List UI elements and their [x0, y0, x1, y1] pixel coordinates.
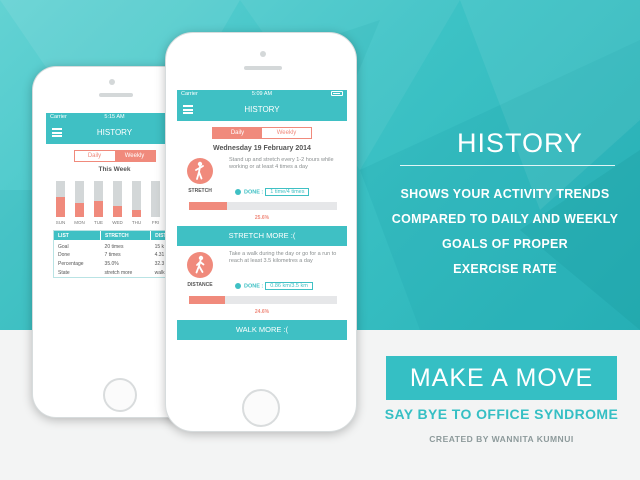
activity-percent: 25.6%	[254, 215, 270, 221]
tagline-line: SHOWS YOUR ACTIVITY TRENDS	[400, 187, 610, 201]
stretch-icon	[187, 158, 213, 184]
tagline: SHOWS YOUR ACTIVITY TRENDS COMPARED TO D…	[380, 182, 630, 282]
stretch-more-button[interactable]: STRETCH MORE :(	[177, 226, 347, 246]
app-header: HISTORY	[46, 122, 183, 144]
battery-icon	[331, 91, 343, 96]
table-header-row: LIST STRETCH DISTA	[54, 231, 182, 240]
brand-title: MAKE A MOVE	[386, 356, 617, 400]
status-bar: Carrier 5:09 AM	[177, 90, 347, 99]
camera-icon	[109, 79, 115, 85]
walk-small-icon	[235, 283, 241, 289]
bar-goal	[151, 181, 160, 217]
front-phone-screen: Carrier 5:09 AM HISTORY Daily Weekly Wed…	[177, 90, 347, 380]
tab-daily[interactable]: Daily	[75, 151, 115, 161]
period-toggle: Daily Weekly	[73, 150, 156, 162]
headline: HISTORY	[456, 128, 584, 158]
app-header: HISTORY	[177, 99, 347, 121]
front-phone: Carrier 5:09 AM HISTORY Daily Weekly Wed…	[165, 32, 357, 432]
brand-subtitle: SAY BYE TO OFFICE SYNDROME	[384, 406, 619, 422]
table-cell: 7 times	[104, 251, 121, 258]
weekly-summary-table: LIST STRETCH DISTA Goal 20 times 15 k Do…	[53, 230, 183, 278]
activity-card-distance: DISTANCE Take a walk during the day or g…	[177, 246, 347, 316]
bar-label: WED	[112, 220, 123, 225]
tab-weekly[interactable]: Weekly	[262, 128, 311, 138]
status-time: 5:09 AM	[251, 91, 273, 97]
bar-goal	[94, 181, 103, 217]
activity-description: Take a walk during the day or go for a r…	[229, 251, 337, 264]
bar-label: MON	[74, 220, 85, 225]
tagline-line: COMPARED TO DAILY AND WEEKLY	[391, 212, 619, 226]
progress-fill	[189, 296, 226, 304]
column-header: STRETCH	[100, 231, 152, 240]
chart-title: This Week	[98, 166, 131, 173]
bar-goal	[132, 181, 141, 217]
activity-done: DONE :1 time/4 times	[235, 188, 310, 197]
table-cell: Done	[58, 251, 70, 258]
bar-label: FRI	[151, 220, 160, 225]
activity-percent: 24.6%	[254, 309, 270, 315]
credit-line: CREATED BY WANNITA KUMNUI	[429, 434, 574, 444]
table-cell: Goal	[58, 244, 69, 250]
done-value: 1 time/4 times	[265, 188, 310, 197]
done-label: DONE :	[244, 283, 264, 290]
tagline-line: EXERCISE RATE	[453, 262, 557, 276]
activity-progress-bar	[189, 202, 337, 210]
back-phone-screen: Carrier 5:15 AM HISTORY Daily Weekly Thi…	[46, 113, 183, 356]
bar-done	[132, 209, 141, 217]
home-button[interactable]	[103, 378, 137, 412]
tagline-line: GOALS OF PROPER	[441, 237, 569, 251]
period-toggle: Daily Weekly	[212, 127, 312, 139]
bar-label: TUE	[94, 220, 103, 225]
bar-label: THU	[131, 220, 142, 225]
activity-done: DONE :0.86 km/3.5 km	[235, 282, 313, 291]
table-row: Done 7 times 4.31	[54, 250, 182, 259]
page-title: HISTORY	[244, 105, 280, 114]
weekly-bar-chart: SUN MON TUE WED THU FRI	[46, 177, 183, 225]
bar-done	[113, 206, 122, 217]
table-cell: 20 times	[104, 244, 124, 250]
done-value: 0.86 km/3.5 km	[265, 282, 313, 291]
table-row: Percentage 35.0% 32.3	[54, 259, 182, 268]
bar-done	[94, 200, 103, 217]
table-cell: State	[58, 269, 70, 276]
walk-more-button[interactable]: WALK MORE :(	[177, 320, 347, 340]
camera-icon	[260, 51, 266, 57]
bar-label: SUN	[55, 220, 66, 225]
bar-goal	[113, 181, 122, 217]
table-cell: 35.0%	[104, 260, 119, 267]
bar-goal	[75, 181, 84, 217]
bar-done	[56, 197, 65, 217]
activity-progress-bar	[189, 296, 337, 304]
table-cell: Percentage	[58, 260, 84, 267]
column-header: LIST	[54, 231, 102, 240]
status-time: 5:15 AM	[104, 114, 125, 120]
done-label: DONE :	[244, 189, 264, 196]
walk-icon	[187, 252, 213, 278]
page-title: HISTORY	[96, 128, 133, 137]
tab-weekly[interactable]: Weekly	[114, 151, 155, 161]
bar-goal	[56, 181, 65, 217]
bar-done	[75, 202, 84, 217]
speaker-grille	[244, 66, 282, 70]
activity-name: DISTANCE	[187, 282, 213, 288]
stretch-small-icon	[235, 189, 241, 195]
activity-card-stretch: STRETCH Stand up and stretch every 1-2 h…	[177, 152, 347, 222]
speaker-grille	[99, 93, 133, 97]
home-button[interactable]	[242, 389, 280, 427]
headline-divider	[400, 165, 615, 166]
table-row: State stretch more walk m	[54, 268, 182, 277]
progress-fill	[189, 202, 227, 210]
activity-description: Stand up and stretch every 1-2 hours whi…	[229, 157, 334, 170]
table-row: Goal 20 times 15 k	[54, 240, 182, 250]
status-bar: Carrier 5:15 AM	[46, 113, 183, 122]
table-cell: stretch more	[104, 269, 133, 276]
current-date: Wednesday 19 February 2014	[213, 145, 311, 152]
back-phone: Carrier 5:15 AM HISTORY Daily Weekly Thi…	[32, 66, 183, 418]
tab-daily[interactable]: Daily	[213, 128, 262, 138]
activity-name: STRETCH	[188, 188, 212, 194]
